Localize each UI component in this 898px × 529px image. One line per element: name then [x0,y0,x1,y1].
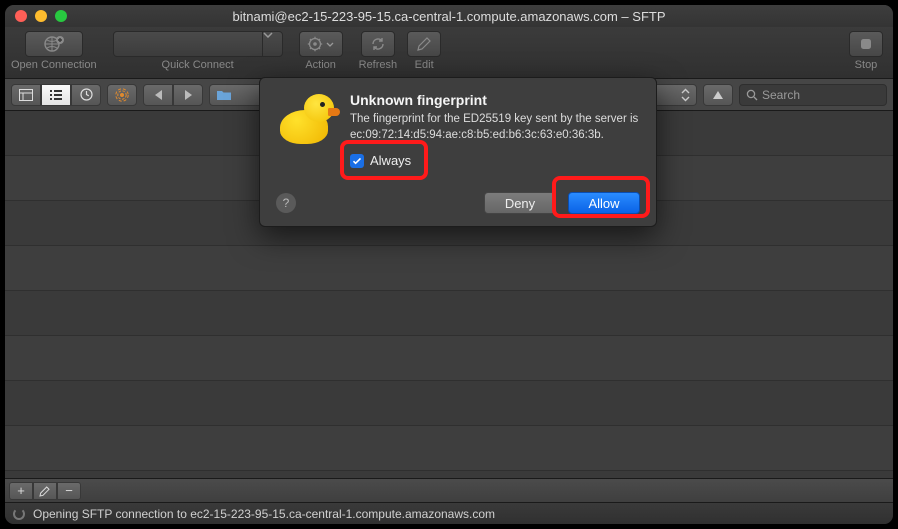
open-connection-group: Open Connection [11,31,97,71]
triangle-right-icon [184,90,193,100]
gear-icon [307,36,323,52]
stop-button[interactable] [849,31,883,57]
edit-group: Edit [407,31,441,71]
quick-connect-combo[interactable] [113,31,283,57]
list-view-icon [49,89,63,101]
help-button[interactable]: ? [276,193,296,213]
stop-label: Stop [855,59,878,71]
checkmark-icon [352,156,362,166]
minimize-window-button[interactable] [35,10,47,22]
action-group: Action [299,31,343,71]
stop-icon [859,37,873,51]
always-checkbox[interactable] [350,154,364,168]
allow-button[interactable]: Allow [568,192,640,214]
window-controls [5,10,67,22]
always-checkbox-row[interactable]: Always [350,153,640,168]
go-up-button[interactable] [703,84,733,106]
status-bar: Opening SFTP connection to ec2-15-223-95… [5,502,893,524]
pencil-icon [416,36,432,52]
outline-view-icon [19,89,33,101]
status-text: Opening SFTP connection to ec2-15-223-95… [33,507,495,521]
fingerprint-dialog: Unknown fingerprint The fingerprint for … [259,77,657,227]
bonjour-button[interactable] [107,84,137,106]
search-placeholder: Search [762,88,800,102]
quick-connect-dropdown-icon [262,32,282,56]
help-icon: ? [283,196,290,210]
spinner-icon [13,508,25,520]
close-window-button[interactable] [15,10,27,22]
deny-label: Deny [505,196,535,211]
search-icon [746,89,758,101]
main-toolbar: Open Connection Quick Connect Action Ref… [5,27,893,79]
refresh-button[interactable] [361,31,395,57]
refresh-icon [370,36,386,52]
window-title: bitnami@ec2-15-223-95-15.ca-central-1.co… [5,9,893,24]
quick-connect-label: Quick Connect [162,59,234,71]
refresh-group: Refresh [359,31,398,71]
edit-label: Edit [415,59,434,71]
chevron-down-icon [263,32,273,38]
nav-back-button[interactable] [143,84,173,106]
view-outline-button[interactable] [11,84,41,106]
list-row[interactable] [5,336,893,381]
folder-icon [216,89,232,101]
plus-icon: + [17,483,25,498]
action-button[interactable] [299,31,343,57]
dialog-message: The fingerprint for the ED25519 key sent… [350,112,640,143]
list-row[interactable] [5,381,893,426]
deny-button[interactable]: Deny [484,192,556,214]
stop-group: Stop [849,31,883,71]
nav-segment [143,84,203,106]
search-field[interactable]: Search [739,84,887,106]
remove-bookmark-button[interactable]: − [57,482,81,500]
open-connection-button[interactable] [25,31,83,57]
chevron-updown-icon [681,88,690,102]
globe-plus-icon [43,35,65,53]
view-history-button[interactable] [71,84,101,106]
edit-bookmark-button[interactable] [33,482,57,500]
list-row[interactable] [5,291,893,336]
allow-label: Allow [588,196,619,211]
add-bookmark-button[interactable]: + [9,482,33,500]
always-label: Always [370,153,411,168]
view-mode-segment [11,84,101,106]
app-window: bitnami@ec2-15-223-95-15.ca-central-1.co… [4,4,894,525]
bonjour-icon [115,88,129,102]
chevron-down-icon [326,42,334,47]
app-icon [276,92,336,152]
list-row[interactable] [5,246,893,291]
list-row[interactable] [5,426,893,471]
triangle-left-icon [154,90,163,100]
action-label: Action [305,59,336,71]
zoom-window-button[interactable] [55,10,67,22]
edit-button[interactable] [407,31,441,57]
bottom-toolbar: + − [5,478,893,502]
pencil-icon [39,485,51,497]
open-connection-label: Open Connection [11,59,97,71]
titlebar: bitnami@ec2-15-223-95-15.ca-central-1.co… [5,5,893,27]
quick-connect-group: Quick Connect [113,31,283,71]
dialog-title: Unknown fingerprint [350,92,640,108]
clock-icon [80,88,93,101]
triangle-up-icon [713,91,723,99]
nav-forward-button[interactable] [173,84,203,106]
view-list-button[interactable] [41,84,71,106]
refresh-label: Refresh [359,59,398,71]
path-chevrons [681,88,690,102]
minus-icon: − [65,483,73,498]
